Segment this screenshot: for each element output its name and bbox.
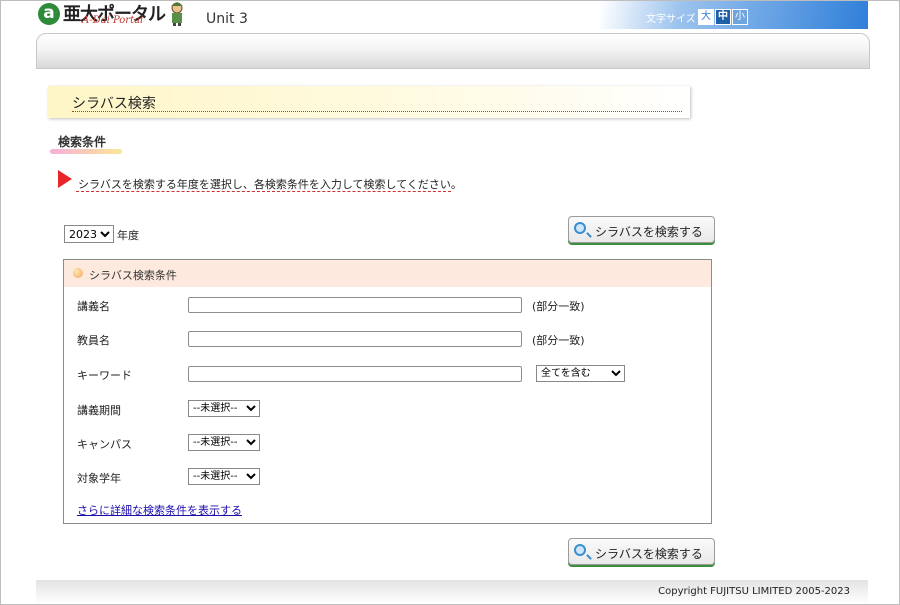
magnifier-icon: [574, 222, 586, 234]
instruction-underline: [76, 191, 451, 192]
search-button-label: シラバスを検索する: [595, 547, 703, 561]
font-size-label: 文字サイズ: [646, 14, 696, 25]
alert-arrow-icon: [58, 170, 72, 188]
mascot-icon: [171, 2, 183, 26]
search-syllabus-button[interactable]: シラバスを検索する: [568, 216, 715, 243]
more-criteria-link[interactable]: さらに詳細な検索条件を表示する: [77, 502, 242, 518]
lecture-period-label: 講義期間: [77, 404, 121, 417]
campus-select[interactable]: --未選択--: [188, 434, 260, 451]
footer: Copyright FUJITSU LIMITED 2005-2023: [36, 580, 868, 604]
search-syllabus-button-bottom[interactable]: シラバスを検索する: [568, 538, 715, 565]
search-criteria-panel: シラバス検索条件 講義名 (部分一致) 教員名 (部分一致) キーワード 全てを…: [63, 259, 712, 524]
year-suffix-label: 年度: [117, 229, 139, 242]
criteria-header: シラバス検索条件: [64, 260, 711, 287]
course-name-input[interactable]: [188, 297, 522, 313]
search-button-label: シラバスを検索する: [595, 225, 703, 239]
course-name-hint: (部分一致): [532, 300, 585, 313]
keyword-input[interactable]: [188, 366, 522, 382]
lecture-period-select[interactable]: --未選択--: [188, 400, 260, 417]
portal-logo-icon[interactable]: a: [38, 3, 60, 25]
teacher-name-label: 教員名: [77, 334, 110, 347]
font-size-small-button[interactable]: 小: [732, 9, 748, 25]
navigation-bar: [36, 33, 870, 69]
criteria-title: シラバス検索条件: [89, 269, 177, 282]
page-title: シラバス検索: [72, 96, 156, 112]
font-size-medium-button[interactable]: 中: [715, 9, 731, 25]
keyword-label: キーワード: [77, 369, 132, 382]
target-grade-select[interactable]: --未選択--: [188, 468, 260, 485]
keyword-mode-select[interactable]: 全てを含む: [536, 365, 625, 382]
course-name-label: 講義名: [77, 300, 110, 313]
unit-label: Unit 3: [206, 11, 248, 27]
section-heading: 検索条件: [58, 135, 107, 149]
teacher-name-hint: (部分一致): [532, 334, 585, 347]
criteria-header-icon: [73, 268, 83, 278]
target-grade-label: 対象学年: [77, 472, 121, 485]
copyright-text: Copyright FUJITSU LIMITED 2005-2023: [658, 586, 850, 597]
magnifier-icon: [574, 544, 586, 556]
instruction-text: シラバスを検索する年度を選択し、各検索条件を入力して検索してください。: [78, 178, 462, 191]
teacher-name-input[interactable]: [188, 331, 522, 347]
font-size-large-button[interactable]: 大: [698, 9, 714, 25]
year-select[interactable]: 2023: [64, 225, 114, 243]
portal-logo-subtitle: A-Dai Portal: [82, 15, 144, 26]
campus-label: キャンパス: [77, 438, 132, 451]
